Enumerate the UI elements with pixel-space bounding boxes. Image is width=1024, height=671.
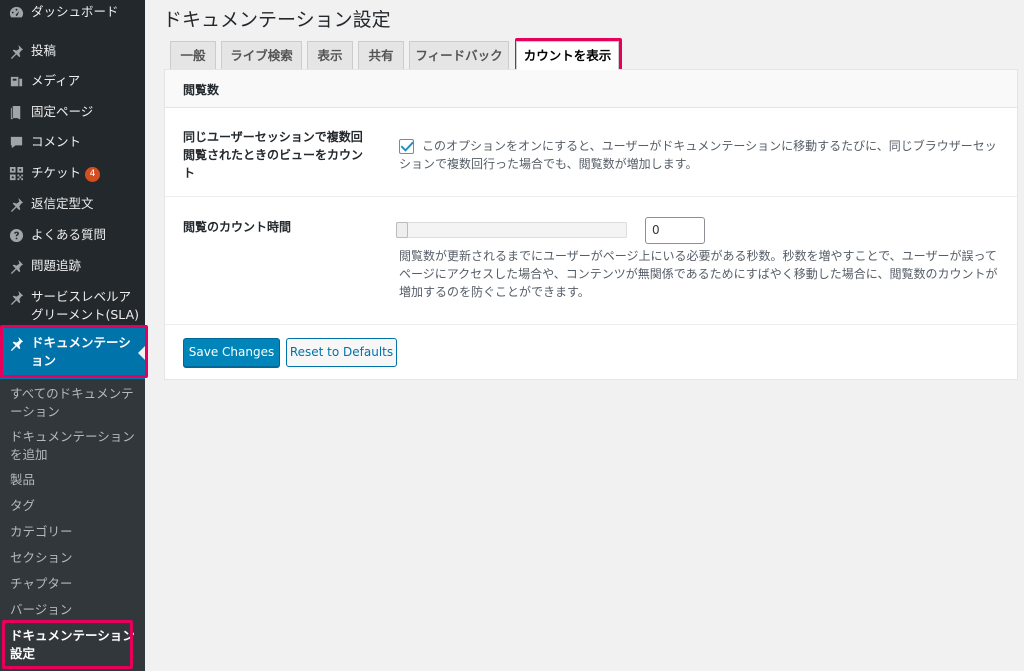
reset-to-defaults-button[interactable]: Reset to Defaults bbox=[286, 338, 397, 367]
view-count-time-input[interactable]: 0 bbox=[645, 217, 705, 244]
pin-icon bbox=[8, 335, 24, 351]
sidebar-item-posts[interactable]: 投稿 bbox=[0, 42, 145, 60]
tab-live-search[interactable]: ライブ検索 bbox=[221, 41, 302, 70]
sidebar-item-documentation[interactable]: ドキュメンテーション bbox=[0, 327, 145, 379]
tab-general[interactable]: 一般 bbox=[170, 41, 216, 70]
sidebar-item-label: 返信定型文 bbox=[31, 196, 94, 211]
sidebar-item-canned-responses[interactable]: 返信定型文 bbox=[0, 195, 145, 213]
admin-sidebar: ダッシュボード 投稿 メディア 固定ページ コメント チケット 4 返信定型文 よ… bbox=[0, 0, 148, 671]
sidebar-item-label: よくある質問 bbox=[31, 227, 107, 242]
documentation-submenu: すべてのドキュメンテーション ドキュメンテーションを追加 製品 タグ カテゴリー… bbox=[0, 379, 145, 671]
slider-handle[interactable] bbox=[396, 222, 408, 238]
sidebar-item-pages[interactable]: 固定ページ bbox=[0, 103, 145, 121]
sidebar-item-issue-tracking[interactable]: 問題追跡 bbox=[0, 257, 145, 275]
page-icon bbox=[8, 104, 24, 120]
sidebar-item-dashboard[interactable]: ダッシュボード bbox=[0, 3, 145, 21]
submenu-add-documentation[interactable]: ドキュメンテーションを追加 bbox=[10, 428, 138, 464]
tab-display[interactable]: 表示 bbox=[307, 41, 353, 70]
view-count-time-description: 閲覧数が更新されるまでにユーザーがページ上にいる必要がある秒数。秒数を増やすこと… bbox=[399, 249, 998, 299]
sidebar-item-label: サービスレベルアグリーメント(SLA) bbox=[31, 289, 139, 322]
sidebar-item-label: 問題追跡 bbox=[31, 258, 82, 273]
panel-heading: 閲覧数 bbox=[183, 83, 220, 97]
sidebar-item-label: チケット bbox=[31, 165, 82, 180]
count-multiple-views-label: 同じユーザーセッションで複数回閲覧されたときのビューをカウント bbox=[183, 130, 364, 180]
panel-header: 閲覧数 bbox=[165, 70, 1017, 108]
sidebar-item-label: 投稿 bbox=[31, 43, 57, 58]
tab-show-count[interactable]: カウントを表示 bbox=[516, 41, 619, 70]
sidebar-item-label: 固定ページ bbox=[31, 104, 94, 119]
count-multiple-views-description: このオプションをオンにすると、ユーザーがドキュメンテーションに移動するたびに、同… bbox=[399, 139, 997, 171]
page-title: ドキュメンテーション設定 bbox=[163, 9, 391, 31]
ticket-icon bbox=[8, 165, 24, 181]
sidebar-item-media[interactable]: メディア bbox=[0, 72, 145, 90]
submenu-tags[interactable]: タグ bbox=[10, 497, 138, 515]
pin-icon bbox=[8, 258, 24, 274]
media-icon bbox=[8, 73, 24, 89]
question-icon bbox=[8, 227, 24, 243]
submenu-all-documentation[interactable]: すべてのドキュメンテーション bbox=[10, 385, 138, 421]
settings-panel: 閲覧数 同じユーザーセッションで複数回閲覧されたときのビューをカウント このオプ… bbox=[164, 69, 1018, 380]
submenu-documentation-settings[interactable]: ドキュメンテーション設定 bbox=[10, 627, 138, 663]
dashboard-icon bbox=[8, 4, 24, 20]
tab-share[interactable]: 共有 bbox=[358, 41, 404, 70]
sidebar-item-sla[interactable]: サービスレベルアグリーメント(SLA) bbox=[0, 288, 145, 324]
row-divider bbox=[165, 196, 1017, 197]
comment-icon bbox=[8, 134, 24, 150]
view-count-time-slider[interactable] bbox=[396, 222, 627, 238]
submenu-categories[interactable]: カテゴリー bbox=[10, 523, 138, 541]
pin-icon bbox=[8, 43, 24, 59]
sidebar-item-label: ダッシュボード bbox=[31, 4, 119, 19]
sidebar-item-label: メディア bbox=[31, 73, 81, 88]
view-count-time-label: 閲覧のカウント時間 bbox=[183, 220, 292, 234]
submenu-versions[interactable]: バージョン bbox=[10, 601, 138, 619]
sidebar-item-tickets[interactable]: チケット 4 bbox=[0, 164, 145, 182]
sidebar-item-comments[interactable]: コメント bbox=[0, 133, 145, 151]
sidebar-item-label: ドキュメンテーション bbox=[31, 335, 131, 368]
current-menu-arrow bbox=[138, 346, 145, 360]
sidebar-item-label: コメント bbox=[31, 134, 82, 149]
ticket-count-badge: 4 bbox=[85, 167, 101, 182]
save-changes-button[interactable]: Save Changes bbox=[183, 338, 280, 367]
pin-icon bbox=[8, 289, 24, 305]
submenu-chapters[interactable]: チャプター bbox=[10, 575, 138, 593]
submenu-products[interactable]: 製品 bbox=[10, 471, 138, 489]
pin-icon bbox=[8, 196, 24, 212]
footer-divider bbox=[165, 324, 1017, 325]
sidebar-item-faq[interactable]: よくある質問 bbox=[0, 226, 145, 244]
submenu-sections[interactable]: セクション bbox=[10, 549, 138, 567]
tab-feedback[interactable]: フィードバック bbox=[409, 41, 509, 70]
